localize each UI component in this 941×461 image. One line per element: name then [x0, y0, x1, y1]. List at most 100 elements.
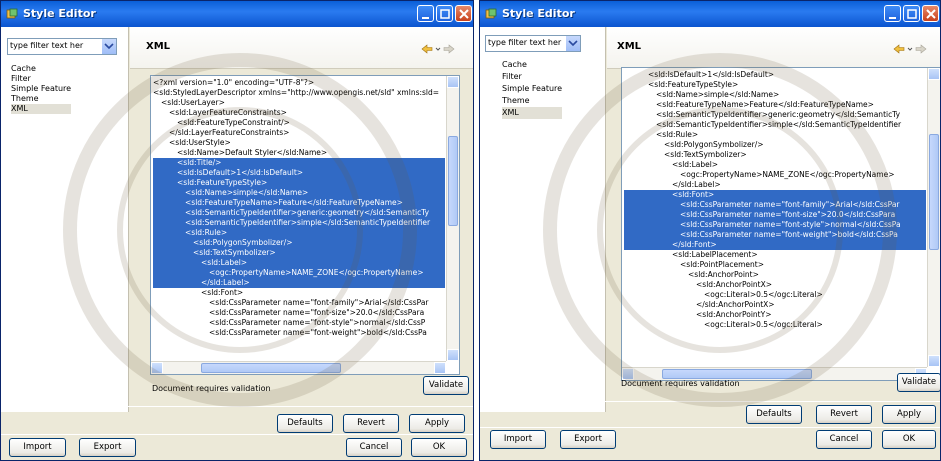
minimize-button[interactable] [884, 5, 901, 22]
xml-code-line[interactable]: <sld:IsDefault>1</sld:IsDefault> [624, 70, 926, 80]
nav-item-cache[interactable]: Cache [502, 59, 562, 71]
xml-editor[interactable]: <sld:IsDefault>1</sld:IsDefault> <sld:Fea… [621, 67, 940, 381]
xml-code-line[interactable]: <sld:Name>simple</sld:Name> [624, 90, 926, 100]
nav-item-filter[interactable]: Filter [11, 74, 71, 84]
import-button[interactable]: Import [490, 430, 546, 449]
xml-code-line[interactable]: <sld:PolygonSymbolizer/> [153, 238, 445, 248]
xml-code-line[interactable]: <sld:SemanticTypeIdentifier>simple</sld:… [153, 218, 445, 228]
validate-button[interactable]: Validate [897, 373, 940, 392]
vertical-scroll-thumb[interactable] [929, 134, 939, 250]
nav-item-xml[interactable]: XML [502, 107, 563, 119]
xml-code-line[interactable]: <sld:FeatureTypeConstraint/> [153, 118, 445, 128]
xml-code-line[interactable]: </sld:LayerFeatureConstraints> [153, 128, 445, 138]
xml-code-line[interactable]: <sld:CssParameter name="font-weight">bol… [153, 328, 445, 338]
minimize-button[interactable] [417, 5, 434, 22]
title-bar[interactable]: Style Editor [1, 1, 473, 27]
vertical-scrollbar[interactable] [927, 68, 940, 367]
xml-code-line[interactable]: <sld:CssParameter name="font-style">norm… [624, 220, 926, 230]
nav-item-xml[interactable]: XML [11, 104, 72, 114]
vertical-scrollbar[interactable] [446, 76, 459, 361]
horizontal-scrollbar[interactable] [151, 361, 446, 374]
filter-dropdown-button[interactable] [565, 36, 580, 51]
cancel-button[interactable]: Cancel [816, 430, 872, 449]
title-bar[interactable]: Style Editor [480, 1, 940, 27]
apply-button[interactable]: Apply [409, 414, 465, 433]
history-nav-icons[interactable] [892, 43, 928, 55]
nav-item-theme[interactable]: Theme [502, 95, 562, 107]
xml-code-line[interactable]: <sld:TextSymbolizer> [624, 150, 926, 160]
xml-code-line[interactable]: <sld:Rule> [153, 228, 445, 238]
xml-code-line[interactable]: <sld:Label> [153, 258, 445, 268]
export-button[interactable]: Export [560, 430, 616, 449]
xml-code-line[interactable]: <sld:PolygonSymbolizer/> [624, 140, 926, 150]
xml-code-line[interactable]: <sld:Rule> [624, 130, 926, 140]
scroll-right-button[interactable] [434, 362, 446, 374]
cancel-button[interactable]: Cancel [346, 438, 402, 457]
xml-code-line[interactable]: <sld:TextSymbolizer> [153, 248, 445, 258]
vertical-scroll-thumb[interactable] [448, 136, 458, 226]
xml-code-line[interactable]: </sld:Font> [624, 240, 926, 250]
xml-code-line[interactable]: <sld:CssParameter name="font-family">Ari… [153, 298, 445, 308]
xml-code-area[interactable]: <?xml version="1.0" encoding="UTF-8"?> <s… [153, 78, 445, 360]
xml-code-line[interactable]: <sld:FeatureTypeName>Feature</sld:Featur… [624, 100, 926, 110]
nav-item-simple-feature[interactable]: Simple Feature [11, 84, 71, 94]
xml-code-line[interactable]: <sld:CssParameter name="font-weight">bol… [624, 230, 926, 240]
xml-code-line[interactable]: <sld:CssParameter name="font-size">20.0<… [153, 308, 445, 318]
import-button[interactable]: Import [9, 438, 66, 457]
export-button[interactable]: Export [79, 438, 136, 457]
xml-code-line[interactable]: <sld:FeatureTypeName>Feature</sld:Featur… [153, 198, 445, 208]
defaults-button[interactable]: Defaults [277, 414, 333, 433]
xml-code-area[interactable]: <sld:IsDefault>1</sld:IsDefault> <sld:Fea… [624, 70, 926, 366]
xml-code-line[interactable]: <sld:SemanticTypeIdentifier>simple</sld:… [624, 120, 926, 130]
xml-code-line[interactable]: <sld:CssParameter name="font-style">norm… [153, 318, 445, 328]
validate-button[interactable]: Validate [423, 376, 469, 395]
xml-code-line[interactable]: </sld:AnchorPointX> [624, 300, 926, 310]
xml-code-line[interactable]: <ogc:PropertyName>NAME_ZONE</ogc:Propert… [153, 268, 445, 278]
xml-code-line[interactable]: <sld:UserLayer> [153, 98, 445, 108]
defaults-button[interactable]: Defaults [746, 405, 802, 424]
xml-code-line[interactable]: </sld:Label> [153, 278, 445, 288]
xml-code-line[interactable]: <sld:AnchorPoint> [624, 270, 926, 280]
xml-code-line[interactable]: <sld:CssParameter name="font-size">20.0<… [624, 210, 926, 220]
filter-dropdown-button[interactable] [101, 39, 116, 54]
xml-code-line[interactable]: <sld:LayerFeatureConstraints> [153, 108, 445, 118]
scroll-up-button[interactable] [447, 76, 459, 88]
horizontal-scroll-thumb[interactable] [662, 369, 812, 379]
apply-button[interactable]: Apply [882, 405, 936, 424]
scroll-up-button[interactable] [928, 68, 940, 80]
xml-code-line[interactable]: <sld:Name>Default Styler</sld:Name> [153, 148, 445, 158]
horizontal-scroll-thumb[interactable] [201, 363, 341, 373]
scroll-down-button[interactable] [928, 355, 940, 367]
xml-code-line[interactable]: <sld:AnchorPointY> [624, 310, 926, 320]
close-button[interactable] [455, 5, 472, 22]
maximize-button[interactable] [903, 5, 920, 22]
xml-code-line[interactable]: <sld:IsDefault>1</sld:IsDefault> [153, 168, 445, 178]
xml-code-line[interactable]: <sld:StyledLayerDescriptor xmlns="http:/… [153, 88, 445, 98]
xml-code-line[interactable]: <ogc:Literal>0.5</ogc:Literal> [624, 320, 926, 330]
xml-code-line[interactable]: </sld:Label> [624, 180, 926, 190]
scroll-left-button[interactable] [151, 362, 163, 374]
xml-code-line[interactable]: <sld:Font> [624, 190, 926, 200]
xml-code-line[interactable]: <sld:AnchorPointX> [624, 280, 926, 290]
xml-code-line[interactable]: <sld:Label> [624, 160, 926, 170]
maximize-button[interactable] [436, 5, 453, 22]
xml-code-line[interactable]: <?xml version="1.0" encoding="UTF-8"?> [153, 78, 445, 88]
scroll-down-button[interactable] [447, 349, 459, 361]
filter-input[interactable]: type filter text her [7, 38, 117, 55]
nav-item-cache[interactable]: Cache [11, 64, 71, 74]
xml-code-line[interactable]: <sld:Name>simple</sld:Name> [153, 188, 445, 198]
filter-input[interactable]: type filter text her [485, 35, 581, 52]
revert-button[interactable]: Revert [816, 405, 872, 424]
nav-item-theme[interactable]: Theme [11, 94, 71, 104]
xml-editor[interactable]: <?xml version="1.0" encoding="UTF-8"?> <s… [150, 75, 460, 375]
xml-code-line[interactable]: <ogc:PropertyName>NAME_ZONE</ogc:Propert… [624, 170, 926, 180]
xml-code-line[interactable]: <sld:Font> [153, 288, 445, 298]
xml-code-line[interactable]: <sld:FeatureTypeStyle> [624, 80, 926, 90]
history-nav-icons[interactable] [420, 43, 456, 55]
xml-code-line[interactable]: <sld:PointPlacement> [624, 260, 926, 270]
ok-button[interactable]: OK [882, 430, 936, 449]
xml-code-line[interactable]: <sld:FeatureTypeStyle> [153, 178, 445, 188]
xml-code-line[interactable]: <sld:LabelPlacement> [624, 250, 926, 260]
xml-code-line[interactable]: <sld:UserStyle> [153, 138, 445, 148]
ok-button[interactable]: OK [411, 438, 467, 457]
